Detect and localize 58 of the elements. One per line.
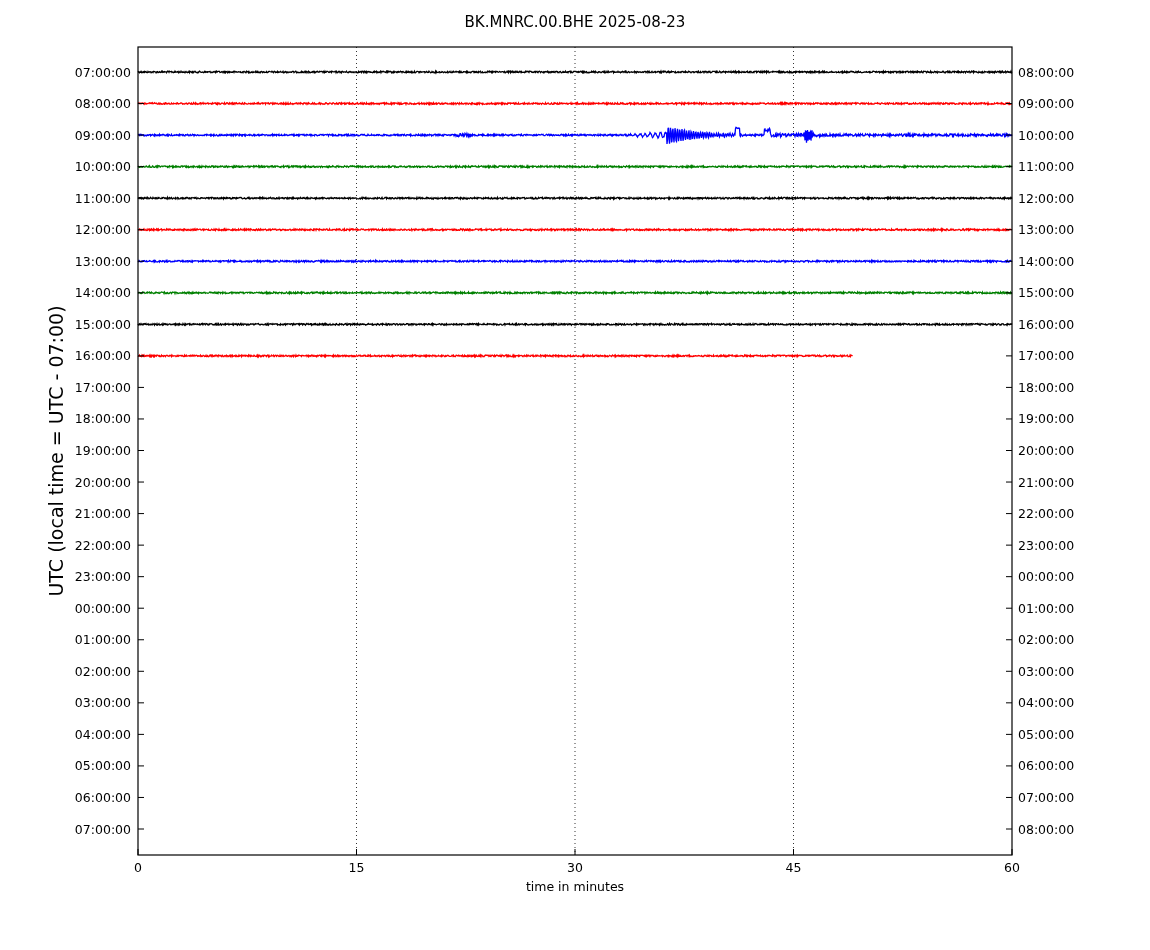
tick-label: 22:00:00 (1018, 506, 1075, 522)
tick-label: 07:00:00 (74, 64, 131, 80)
tick-label: 30 (567, 860, 583, 875)
tick-label: 60 (1004, 860, 1020, 875)
tick-label: 05:00:00 (1018, 726, 1075, 742)
y-axis-title: UTC (local time = UTC - 07:00) (45, 305, 67, 597)
tick-label: 09:00:00 (1018, 96, 1075, 112)
tick-label: 01:00:00 (1018, 600, 1075, 616)
tick-label: 15:00:00 (1018, 285, 1075, 301)
tick-label: 10:00:00 (1018, 127, 1075, 143)
tick-label: 19:00:00 (74, 443, 131, 458)
tick-label: 13:00:00 (1018, 222, 1075, 238)
tick-label: 15 (348, 860, 365, 875)
tick-label: 08:00:00 (1018, 64, 1075, 80)
tick-label: 02:00:00 (74, 663, 131, 679)
tick-label: 14:00:00 (1018, 253, 1075, 269)
tick-label: 12:00:00 (1018, 190, 1075, 206)
tick-label: 01:00:00 (74, 632, 131, 648)
tick-label: 23:00:00 (74, 569, 131, 585)
tick-label: 0 (134, 860, 142, 875)
tick-label: 02:00:00 (1018, 632, 1075, 648)
tick-label: 23:00:00 (1018, 537, 1075, 553)
tick-label: 17:00:00 (1018, 348, 1075, 364)
tick-label: 07:00:00 (1018, 789, 1075, 805)
tick-label: 11:00:00 (74, 190, 131, 206)
tick-label: 18:00:00 (1018, 379, 1075, 395)
tick-label: 14:00:00 (74, 285, 131, 301)
tick-label: 08:00:00 (74, 96, 131, 112)
tick-label: 04:00:00 (1018, 695, 1075, 711)
tick-label: 22:00:00 (74, 537, 131, 553)
tick-label: 08:00:00 (1018, 821, 1075, 837)
tick-label: 21:00:00 (74, 506, 131, 522)
tick-label: 19:00:00 (1018, 411, 1075, 427)
tick-label: 05:00:00 (74, 758, 131, 774)
x-axis-title: time in minutes (525, 879, 625, 894)
tick-label: 04:00:00 (74, 726, 131, 742)
tick-label: 45 (785, 860, 802, 875)
chart-title: BK.MNRC.00.BHE 2025-08-23 (464, 13, 686, 31)
tick-label: 21:00:00 (1018, 474, 1075, 490)
tick-label: 00:00:00 (74, 600, 131, 616)
tick-label: 13:00:00 (74, 253, 131, 269)
tick-label: 18:00:00 (74, 411, 131, 427)
tick-label: 16:00:00 (74, 348, 131, 364)
tick-label: 16:00:00 (1018, 316, 1075, 332)
tick-label: 03:00:00 (74, 695, 131, 711)
tick-label: 10:00:00 (74, 159, 131, 175)
tick-label: 20:00:00 (1018, 443, 1075, 458)
tick-label: 17:00:00 (74, 379, 131, 395)
tick-label: 06:00:00 (1018, 758, 1075, 774)
tick-label: 11:00:00 (1018, 159, 1075, 175)
tick-label: 09:00:00 (74, 127, 131, 143)
tick-label: 15:00:00 (74, 316, 131, 332)
tick-label: 06:00:00 (74, 789, 131, 805)
tick-label: 03:00:00 (1018, 663, 1075, 679)
tick-label: 07:00:00 (74, 821, 131, 837)
tick-label: 12:00:00 (74, 222, 131, 238)
tick-label: 00:00:00 (1018, 569, 1075, 585)
tick-label: 20:00:00 (74, 474, 131, 490)
